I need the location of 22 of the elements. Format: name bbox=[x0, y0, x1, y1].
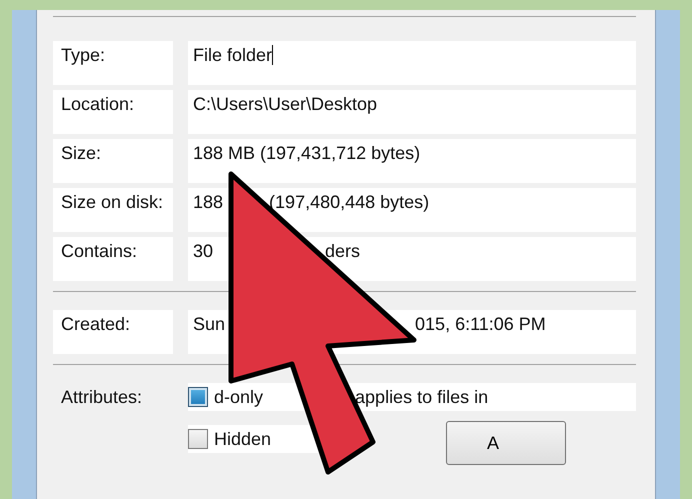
field-value: 015, 6:11:06 PM bbox=[415, 314, 546, 334]
checkbox[interactable] bbox=[188, 429, 208, 449]
property-label: Created: bbox=[53, 310, 173, 354]
property-label: Size: bbox=[53, 139, 173, 183]
property-label: Contains: bbox=[53, 237, 173, 281]
field-value: C:\Users\User\Desktop bbox=[193, 94, 378, 114]
field-value: Sun bbox=[193, 314, 226, 334]
field-value: (197,480,448 bytes) bbox=[269, 192, 430, 212]
field-value: 30 bbox=[193, 241, 214, 261]
checkbox-label: d-only bbox=[214, 386, 264, 408]
field-value: ders bbox=[325, 241, 360, 261]
property-label: Location: bbox=[53, 90, 173, 134]
property-label: Attributes: bbox=[60, 386, 144, 409]
field-value: 188 MB (197,431,712 bytes) bbox=[193, 143, 420, 163]
checkbox-label: applies to files in bbox=[355, 386, 488, 408]
field-value: File folder bbox=[193, 45, 272, 65]
property-label: Size on disk: bbox=[53, 188, 173, 232]
dialog-button[interactable]: A bbox=[446, 421, 566, 465]
checkbox-label: Hidden bbox=[214, 428, 272, 450]
property-label: Type: bbox=[53, 41, 173, 85]
field-value: 188 bbox=[193, 192, 224, 212]
checkbox[interactable] bbox=[188, 387, 208, 407]
